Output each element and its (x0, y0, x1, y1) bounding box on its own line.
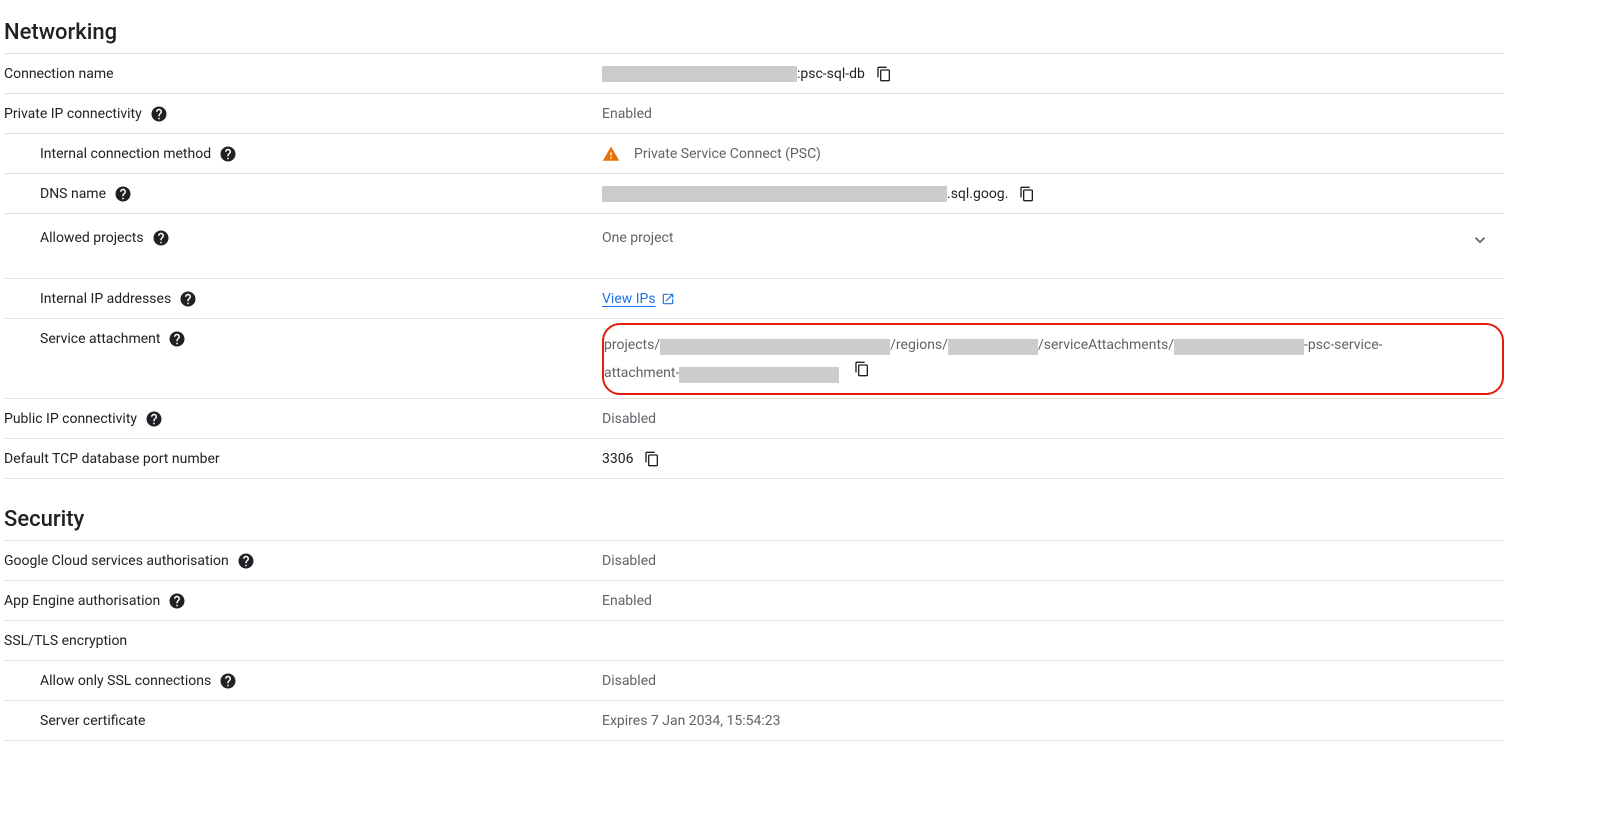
row-dns-name: DNS name .sql.goog. (4, 173, 1504, 213)
value-public-ip: Disabled (602, 409, 656, 429)
row-connection-name: Connection name :psc-sql-db (4, 53, 1504, 93)
row-service-attachment: Service attachment projects/ /regions/ /… (4, 318, 1504, 398)
row-allowed-projects[interactable]: Allowed projects One project (4, 213, 1504, 278)
warning-icon (602, 145, 620, 163)
section-title-networking: Networking (4, 20, 1504, 45)
help-icon[interactable] (152, 229, 170, 247)
value-tcp-port: 3306 (602, 449, 633, 469)
label-server-cert: Server certificate (40, 711, 145, 731)
label-gcs-auth: Google Cloud services authorisation (4, 551, 229, 571)
external-link-icon (660, 291, 676, 307)
label-internal-ips: Internal IP addresses (40, 289, 171, 309)
value-gcs-auth: Disabled (602, 551, 656, 571)
help-icon[interactable] (179, 290, 197, 308)
redacted-block (660, 339, 890, 355)
label-ssl-tls: SSL/TLS encryption (4, 631, 127, 651)
label-public-ip: Public IP connectivity (4, 409, 137, 429)
label-dns-name: DNS name (40, 184, 106, 204)
help-icon[interactable] (145, 410, 163, 428)
help-icon[interactable] (219, 672, 237, 690)
label-connection-name: Connection name (4, 64, 114, 84)
redacted-block (602, 186, 947, 202)
value-dns-suffix: .sql.goog. (947, 184, 1008, 204)
view-ips-link[interactable]: View IPs (602, 289, 676, 309)
help-icon[interactable] (150, 105, 168, 123)
value-server-cert: Expires 7 Jan 2034, 15:54:23 (602, 711, 780, 731)
copy-icon[interactable] (875, 65, 893, 83)
section-title-security: Security (4, 507, 1504, 532)
chevron-down-icon[interactable] (1470, 230, 1490, 250)
copy-icon[interactable] (1018, 185, 1036, 203)
redacted-block (602, 66, 797, 82)
label-allow-only-ssl: Allow only SSL connections (40, 671, 211, 691)
label-private-ip: Private IP connectivity (4, 104, 142, 124)
label-allowed-projects: Allowed projects (40, 228, 144, 248)
label-tcp-port: Default TCP database port number (4, 449, 220, 469)
row-gcs-auth: Google Cloud services authorisation Disa… (4, 540, 1504, 580)
value-internal-conn-method: Private Service Connect (PSC) (634, 144, 821, 164)
help-icon[interactable] (168, 330, 186, 348)
value-allowed-projects: One project (602, 228, 673, 248)
help-icon[interactable] (219, 145, 237, 163)
label-app-engine-auth: App Engine authorisation (4, 591, 160, 611)
help-icon[interactable] (168, 592, 186, 610)
value-allow-only-ssl: Disabled (602, 671, 656, 691)
value-app-engine-auth: Enabled (602, 591, 652, 611)
redacted-block (948, 339, 1038, 355)
row-allow-only-ssl: Allow only SSL connections Disabled (4, 660, 1504, 700)
row-ssl-tls: SSL/TLS encryption (4, 620, 1504, 660)
row-tcp-port: Default TCP database port number 3306 (4, 438, 1504, 479)
copy-icon[interactable] (853, 360, 871, 378)
row-private-ip: Private IP connectivity Enabled (4, 93, 1504, 133)
row-internal-conn-method: Internal connection method Private Servi… (4, 133, 1504, 173)
value-service-attachment: projects/ /regions/ /serviceAttachments/… (604, 331, 1383, 387)
help-icon[interactable] (114, 185, 132, 203)
redacted-block (679, 367, 839, 383)
value-private-ip: Enabled (602, 104, 652, 124)
row-public-ip: Public IP connectivity Disabled (4, 398, 1504, 438)
row-internal-ips: Internal IP addresses View IPs (4, 278, 1504, 318)
label-service-attachment: Service attachment (40, 329, 160, 349)
label-internal-conn-method: Internal connection method (40, 144, 211, 164)
value-connection-name-suffix: :psc-sql-db (797, 64, 865, 84)
copy-icon[interactable] (643, 450, 661, 468)
redacted-block (1174, 339, 1304, 355)
help-icon[interactable] (237, 552, 255, 570)
row-server-cert: Server certificate Expires 7 Jan 2034, 1… (4, 700, 1504, 741)
row-app-engine-auth: App Engine authorisation Enabled (4, 580, 1504, 620)
